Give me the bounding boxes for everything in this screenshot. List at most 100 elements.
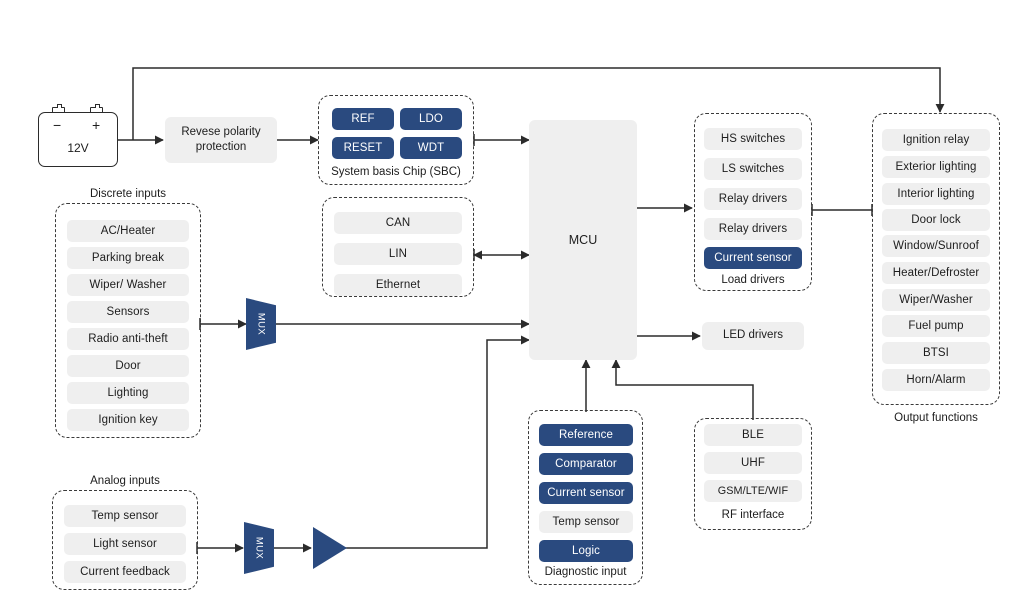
sbc-item-wdt[interactable]: WDT [400,137,462,159]
diagnostic-item-current-sensor[interactable]: Current sensor [539,482,633,504]
load-driver-item-relay-drivers-1[interactable]: Relay drivers [704,188,802,210]
load-driver-item-ls-switches[interactable]: LS switches [704,158,802,180]
rf-item-ble[interactable]: BLE [704,424,802,446]
discrete-input-label-0: AC/Heater [100,225,156,237]
rf-item-gsm-lte-wif[interactable]: GSM/LTE/WIF [704,480,802,502]
load-driver-item-hs-switches[interactable]: HS switches [704,128,802,150]
output-function-label-0: Ignition relay [902,134,970,146]
load-driver-item-current-sensor[interactable]: Current sensor [704,247,802,269]
led-drivers-label: LED drivers [722,329,784,342]
output-function-label-7: Fuel pump [908,320,964,332]
diagnostic-label-1: Comparator [555,458,617,470]
load-driver-label-2: Relay drivers [718,193,788,205]
sbc-item-ref[interactable]: REF [332,108,394,130]
rf-item-uhf[interactable]: UHF [704,452,802,474]
battery-body: − + 12V [38,112,118,167]
analog-input-item-temp-sensor[interactable]: Temp sensor [64,505,186,527]
output-function-label-4: Window/Sunroof [893,240,979,252]
discrete-input-label-2: Wiper/ Washer [89,279,167,291]
load-driver-label-4: Current sensor [714,252,792,264]
discrete-input-item-wiper-washer[interactable]: Wiper/ Washer [67,274,189,296]
mux-analog[interactable]: MUX [244,522,274,574]
discrete-input-label-7: Ignition key [98,414,158,426]
output-function-label-5: Heater/Defroster [892,267,980,279]
network-item-can-label: CAN [385,217,411,229]
battery-symbol: − + 12V [38,104,118,167]
battery-positive-sign: + [92,117,101,133]
rf-label-0: BLE [741,429,765,441]
output-functions-caption: Output functions [894,412,978,424]
sbc-item-reset[interactable]: RESET [332,137,394,159]
sbc-item-wdt-label: WDT [417,142,445,154]
rf-interface-caption: RF interface [721,509,785,521]
block-diagram-canvas: − + 12V Revese polarity protection REF L… [0,0,1035,595]
output-function-item-window-sunroof[interactable]: Window/Sunroof [882,235,990,257]
discrete-input-item-ignition-key[interactable]: Ignition key [67,409,189,431]
rf-label-1: UHF [741,457,765,469]
diagnostic-item-logic[interactable]: Logic [539,540,633,562]
analog-input-label-0: Temp sensor [91,510,159,522]
network-item-ethernet-label: Ethernet [375,279,421,291]
mux-discrete[interactable]: MUX [246,298,276,350]
diagnostic-item-comparator[interactable]: Comparator [539,453,633,475]
output-function-item-btsi[interactable]: BTSI [882,342,990,364]
wire-amplifier-to-mcu [345,335,530,549]
sbc-item-ldo-label: LDO [419,113,443,125]
load-driver-item-relay-drivers-2[interactable]: Relay drivers [704,218,802,240]
discrete-inputs-caption: Discrete inputs [89,188,167,200]
mux-analog-label: MUX [253,536,265,560]
output-function-label-8: BTSI [923,347,949,359]
discrete-input-label-4: Radio anti-theft [88,333,168,345]
diagnostic-item-temp-sensor[interactable]: Temp sensor [539,511,633,533]
discrete-input-label-1: Parking break [91,252,165,264]
diagnostic-item-reference[interactable]: Reference [539,424,633,446]
output-function-label-3: Door lock [911,214,961,226]
discrete-input-item-ac-heater[interactable]: AC/Heater [67,220,189,242]
output-function-item-door-lock[interactable]: Door lock [882,209,990,231]
reverse-polarity-protection-block: Revese polarity protection [165,117,277,163]
diagnostic-label-3: Temp sensor [552,516,620,528]
network-item-lin[interactable]: LIN [334,243,462,265]
mux-discrete-label: MUX [255,312,267,336]
output-function-item-interior-lighting[interactable]: Interior lighting [882,183,990,205]
output-function-label-9: Horn/Alarm [906,374,966,386]
network-item-ethernet[interactable]: Ethernet [334,274,462,296]
diagnostic-label-2: Current sensor [547,487,625,499]
discrete-input-label-3: Sensors [106,306,150,318]
discrete-input-item-sensors[interactable]: Sensors [67,301,189,323]
amplifier-symbol[interactable] [313,527,347,569]
load-driver-label-0: HS switches [720,133,786,145]
output-function-item-horn-alarm[interactable]: Horn/Alarm [882,369,990,391]
rf-label-2: GSM/LTE/WIF [717,485,789,497]
battery-voltage-label: 12V [67,141,89,155]
sbc-caption: System basis Chip (SBC) [331,166,461,178]
output-function-item-wiper-washer[interactable]: Wiper/Washer [882,289,990,311]
battery-negative-sign: − [53,117,62,133]
discrete-input-item-door[interactable]: Door [67,355,189,377]
analog-input-item-light-sensor[interactable]: Light sensor [64,533,186,555]
output-function-item-exterior-lighting[interactable]: Exterior lighting [882,156,990,178]
output-function-item-heater-defroster[interactable]: Heater/Defroster [882,262,990,284]
analog-input-item-current-feedback[interactable]: Current feedback [64,561,186,583]
network-item-lin-label: LIN [388,248,408,260]
analog-inputs-caption: Analog inputs [90,475,160,487]
output-function-item-fuel-pump[interactable]: Fuel pump [882,315,990,337]
discrete-input-label-6: Lighting [107,387,149,399]
mcu-block: MCU [529,120,637,360]
output-function-label-6: Wiper/Washer [899,294,973,306]
network-item-can[interactable]: CAN [334,212,462,234]
diagnostic-label-0: Reference [559,429,613,441]
load-driver-label-1: LS switches [721,163,785,175]
discrete-input-item-radio-anti-theft[interactable]: Radio anti-theft [67,328,189,350]
discrete-input-item-lighting[interactable]: Lighting [67,382,189,404]
output-function-item-ignition-relay[interactable]: Ignition relay [882,129,990,151]
output-function-label-1: Exterior lighting [895,161,977,173]
sbc-item-reset-label: RESET [343,142,383,154]
mcu-label: MCU [568,232,598,247]
discrete-input-label-5: Door [115,360,141,372]
sbc-item-ldo[interactable]: LDO [400,108,462,130]
analog-input-label-1: Light sensor [93,538,157,550]
discrete-input-item-parking-break[interactable]: Parking break [67,247,189,269]
reverse-polarity-line2: protection [195,141,247,153]
load-drivers-caption: Load drivers [721,274,785,286]
